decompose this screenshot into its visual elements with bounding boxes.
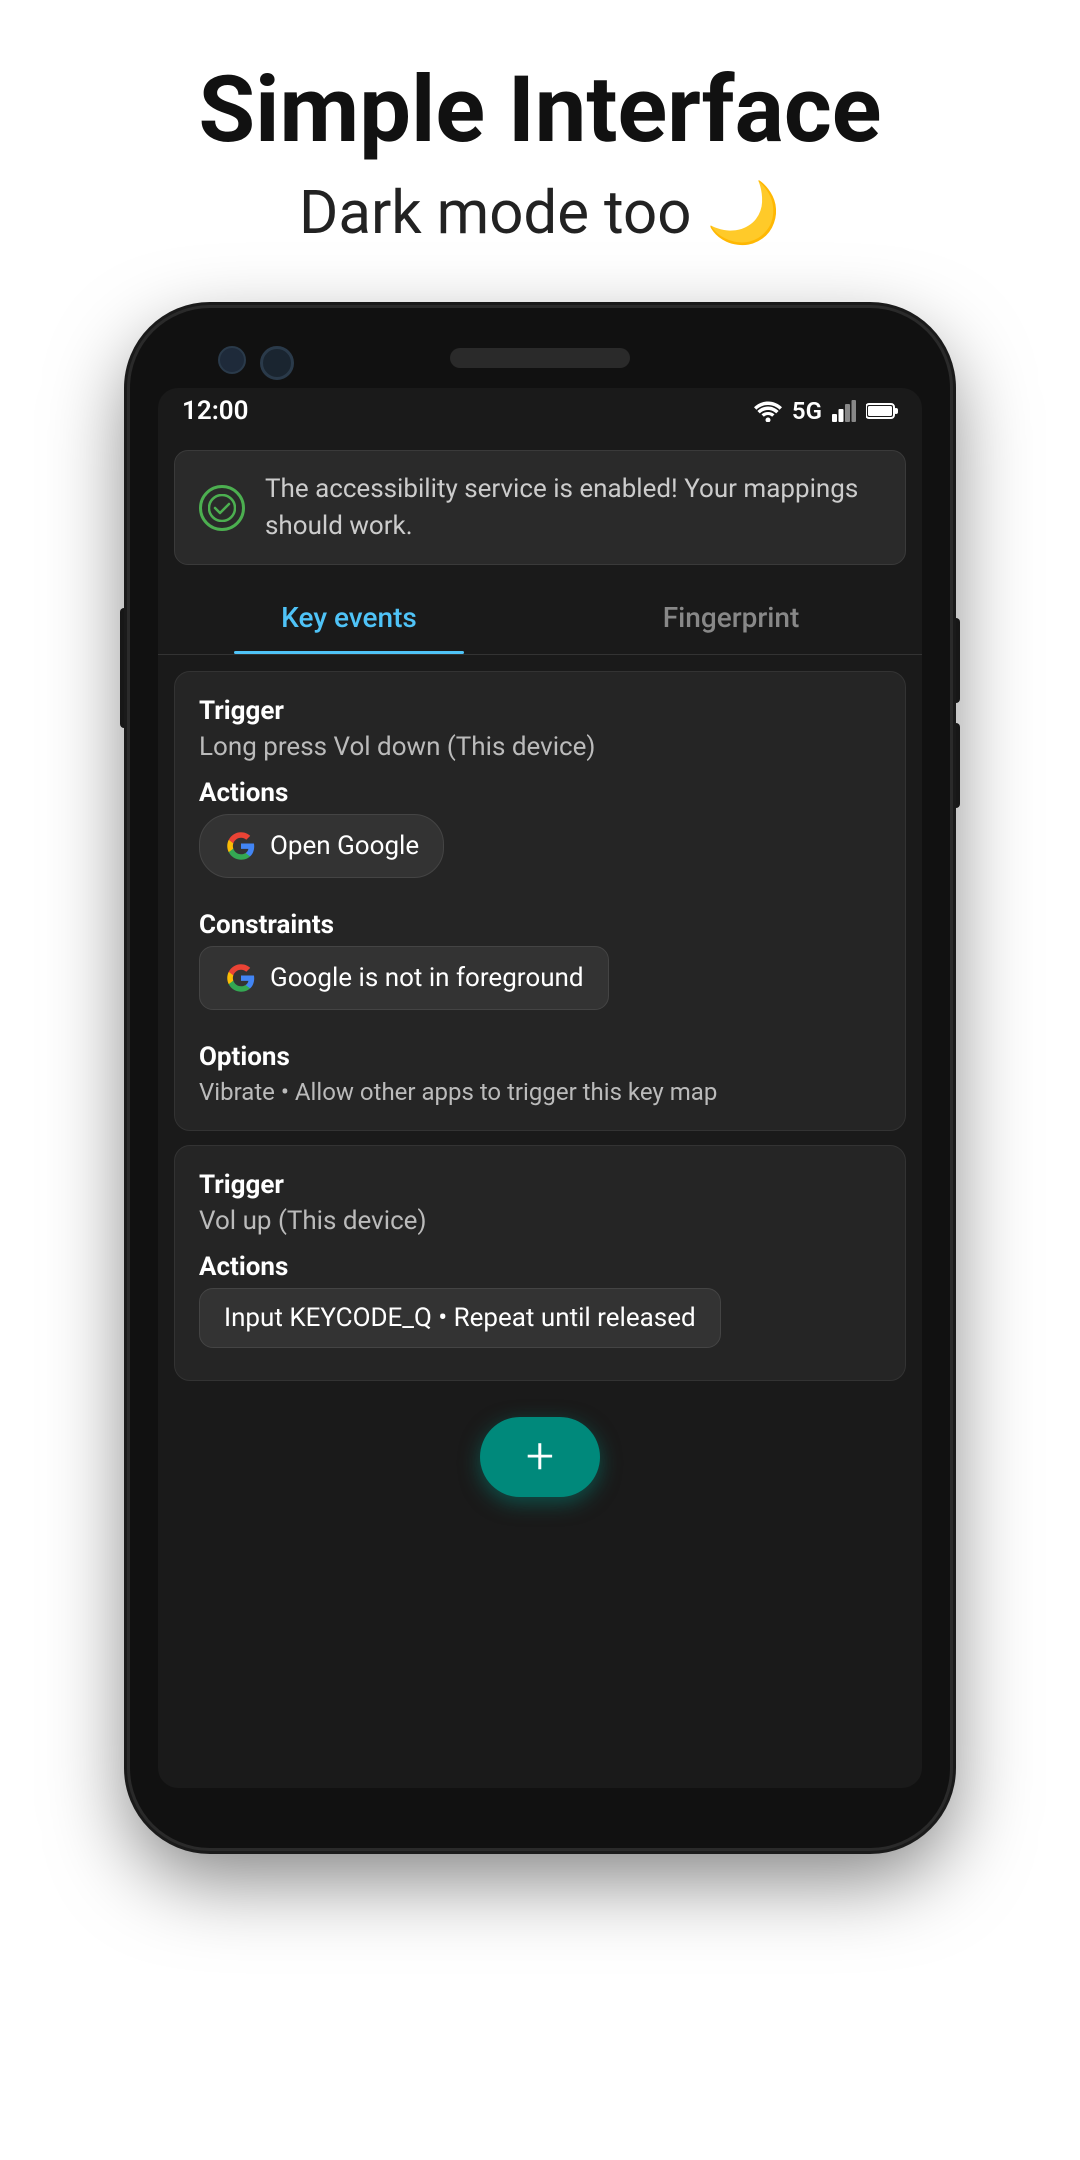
actions-label-2: Actions [199, 1252, 881, 1282]
actions-label-1: Actions [199, 778, 881, 808]
options-label-1: Options [199, 1042, 881, 1072]
google-icon-constraint [224, 961, 258, 995]
phone-wrapper: 12:00 5G [130, 308, 950, 1848]
action-chip-text-1: Open Google [270, 831, 419, 861]
keycode-chip-1[interactable]: Input KEYCODE_Q • Repeat until released [199, 1288, 721, 1348]
constraint-chip-text-1: Google is not in foreground [270, 963, 584, 993]
constraint-chip-1[interactable]: Google is not in foreground [199, 946, 609, 1010]
signal-label: 5G [792, 397, 822, 425]
tabs-row: Key events Fingerprint [158, 581, 922, 655]
action-chip-1[interactable]: Open Google [199, 814, 444, 878]
volume-down-button[interactable] [950, 723, 960, 808]
mapping-card-1: Trigger Long press Vol down (This device… [174, 671, 906, 1131]
phone-top-bar [158, 338, 922, 388]
page-header: Simple Interface Dark mode too 🌙 [159, 0, 922, 288]
battery-icon [866, 402, 898, 420]
phone-screen: 12:00 5G [158, 388, 922, 1788]
camera-area [218, 346, 294, 380]
content-area: Trigger Long press Vol down (This device… [158, 655, 922, 1397]
trigger-label-2: Trigger [199, 1170, 881, 1200]
volume-up-button[interactable] [950, 618, 960, 703]
google-icon-1 [224, 829, 258, 863]
add-mapping-button[interactable]: + [480, 1417, 600, 1497]
accessibility-banner: The accessibility service is enabled! Yo… [174, 450, 906, 565]
camera-main-icon [260, 346, 294, 380]
constraints-label-1: Constraints [199, 910, 881, 940]
wifi-icon [754, 400, 782, 422]
speaker-grille [450, 348, 630, 368]
tab-fingerprint[interactable]: Fingerprint [540, 581, 922, 654]
banner-text: The accessibility service is enabled! Yo… [265, 471, 881, 544]
signal-icon [832, 400, 856, 422]
trigger-value-2: Vol up (This device) [199, 1206, 881, 1236]
phone-frame: 12:00 5G [130, 308, 950, 1848]
page-subtitle: Dark mode too 🌙 [199, 177, 882, 248]
tab-key-events[interactable]: Key events [158, 581, 540, 654]
status-time: 12:00 [182, 396, 249, 426]
status-bar: 12:00 5G [158, 388, 922, 434]
fab-plus-icon: + [526, 1432, 554, 1482]
trigger-label-1: Trigger [199, 696, 881, 726]
power-button[interactable] [120, 608, 130, 728]
keycode-text-1: Input KEYCODE_Q • Repeat until released [224, 1303, 696, 1333]
trigger-value-1: Long press Vol down (This device) [199, 732, 881, 762]
check-circle-icon [199, 485, 245, 531]
options-value-1: Vibrate • Allow other apps to trigger th… [199, 1078, 881, 1106]
status-icons: 5G [754, 397, 898, 425]
front-camera-icon [218, 346, 246, 374]
page-title: Simple Interface [199, 60, 882, 161]
fab-area: + [158, 1397, 922, 1527]
mapping-card-2: Trigger Vol up (This device) Actions Inp… [174, 1145, 906, 1381]
